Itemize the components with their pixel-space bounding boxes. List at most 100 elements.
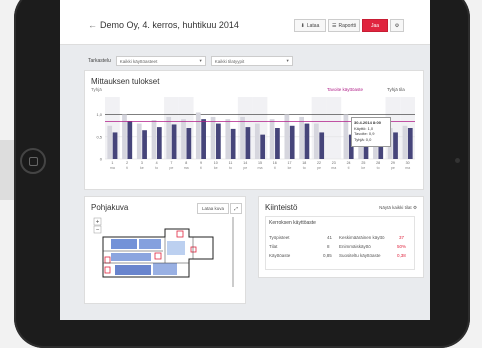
x-day-label: ke <box>361 166 365 170</box>
bar-used <box>156 127 162 159</box>
chart-card: Mittauksen tulokset Tyhjä Tavoite käyttö… <box>84 70 424 190</box>
back-arrow-icon[interactable]: ← <box>88 20 97 30</box>
x-day-label: ti <box>126 166 128 170</box>
app-screen: ← Demo Oy, 4. kerros, huhtikuu 2014 ⬇ Lata… <box>60 0 430 320</box>
bar-used <box>393 132 398 159</box>
floorplan-title: Pohjakuva <box>91 203 129 212</box>
bar-empty <box>240 116 245 159</box>
list-icon: ☰ <box>332 22 337 29</box>
svg-text:−: − <box>96 228 100 234</box>
x-tick-label: 3 <box>141 161 143 165</box>
bar-used <box>260 134 266 159</box>
chevron-down-icon: ▾ <box>286 58 289 63</box>
x-day-label: ti <box>348 166 350 170</box>
bar-used <box>171 124 177 159</box>
x-tick-label: 15 <box>258 161 262 165</box>
bar-empty <box>254 123 260 159</box>
x-day-label: to <box>229 166 232 170</box>
bar-empty <box>299 116 304 159</box>
weekend-band <box>252 97 268 159</box>
floor-plan-map[interactable]: + − <box>93 217 237 287</box>
bar-used <box>319 132 325 159</box>
svg-text:+: + <box>96 219 100 225</box>
x-tick-label: 22 <box>317 161 321 165</box>
chart-tooltip: 30.4.2014 8:00 Käyttö: 1,0 Tavoite: 0,9 … <box>351 117 391 147</box>
x-day-label: ke <box>288 166 292 170</box>
usage-select[interactable]: Kaikki käyttöasteet ▾ <box>115 56 206 66</box>
weekend-band <box>164 97 179 159</box>
bar-used <box>201 119 206 159</box>
bar-empty <box>402 125 408 159</box>
bar-empty <box>166 116 172 159</box>
report-button[interactable]: ☰ Raportti <box>328 19 360 32</box>
y-tick-label: 0,5 <box>96 134 102 139</box>
weekend-band <box>400 97 415 159</box>
settings-button[interactable]: ⚙ <box>390 19 404 32</box>
x-tick-label: 24 <box>347 161 351 165</box>
share-button[interactable]: Jaa <box>362 19 388 32</box>
weekend-band <box>326 97 342 159</box>
x-tick-label: 11 <box>229 161 233 165</box>
floorplan-card: Pohjakuva Lataa kuva ⤢ + − <box>84 196 246 304</box>
x-tick-label: 8 <box>185 161 187 165</box>
x-day-label: ma <box>331 166 336 170</box>
x-tick-label: 10 <box>214 161 218 165</box>
weekend-band <box>311 97 327 159</box>
x-tick-label: 1 <box>111 161 113 165</box>
x-day-label: to <box>303 166 306 170</box>
x-tick-label: 23 <box>332 161 336 165</box>
x-tick-label: 18 <box>302 161 306 165</box>
x-day-label: pe <box>317 166 321 170</box>
bar-empty <box>181 119 186 159</box>
x-tick-label: 2 <box>126 161 128 165</box>
bar-used <box>245 127 251 159</box>
page-title-text: Demo Oy, 4. kerros, huhtikuu 2014 <box>100 20 239 30</box>
x-day-label: ma <box>184 166 189 170</box>
x-day-label: ma <box>110 166 115 170</box>
bar-used <box>142 130 147 159</box>
bar-empty <box>195 112 201 159</box>
y-tick-label: 0 <box>100 157 103 162</box>
weekend-band <box>178 97 194 159</box>
space-type-select[interactable]: Kaikki tilatyypit ▾ <box>210 56 293 66</box>
filter-label: Tarkastelu <box>88 58 111 64</box>
chevron-down-icon: ▾ <box>199 58 202 63</box>
bar-used <box>407 128 413 159</box>
expand-button[interactable]: ⤢ <box>230 203 242 214</box>
weekend-band <box>105 97 120 159</box>
properties-title: Kiinteistö <box>265 203 298 212</box>
x-tick-label: 4 <box>156 161 158 165</box>
show-all-link[interactable]: Näytä kaikki tilat ⚙ <box>379 205 417 211</box>
home-button[interactable] <box>20 148 46 174</box>
download-image-button[interactable]: Lataa kuva <box>197 203 229 214</box>
bar-empty <box>314 123 319 159</box>
bar-used <box>216 123 221 159</box>
x-day-label: ke <box>140 166 144 170</box>
bar-used <box>186 128 192 159</box>
download-button[interactable]: ⬇ Lataa <box>294 19 326 32</box>
gear-icon: ⚙ <box>394 22 400 29</box>
x-tick-label: 25 <box>361 161 365 165</box>
bar-used <box>127 121 133 159</box>
bar-empty <box>210 116 216 159</box>
x-tick-label: 7 <box>170 161 172 165</box>
x-day-label: to <box>377 166 380 170</box>
bar-empty <box>269 119 275 159</box>
filter-row: Tarkastelu Kaikki käyttöasteet ▾ Kaikki t… <box>88 56 293 66</box>
bar-used <box>230 128 236 159</box>
y-tick-label: 1,0 <box>96 112 102 117</box>
x-day-label: ma <box>405 166 410 170</box>
properties-card: Kiinteistö Näytä kaikki tilat ⚙ Kerrokse… <box>258 196 424 278</box>
expand-icon: ⤢ <box>234 206 238 211</box>
x-day-label: pe <box>391 166 395 170</box>
bar-empty <box>107 125 113 159</box>
x-tick-label: 9 <box>200 161 202 165</box>
x-tick-label: 17 <box>288 161 292 165</box>
x-day-label: pe <box>169 166 173 170</box>
download-icon: ⬇ <box>300 22 305 29</box>
properties-box-title: Kerroksen käyttöaste <box>269 220 316 226</box>
bar-used <box>112 132 118 159</box>
bar-used <box>289 125 295 159</box>
weekend-band <box>237 97 253 159</box>
tablet-frame: ← Demo Oy, 4. kerros, huhtikuu 2014 ⬇ Lata… <box>14 0 470 348</box>
